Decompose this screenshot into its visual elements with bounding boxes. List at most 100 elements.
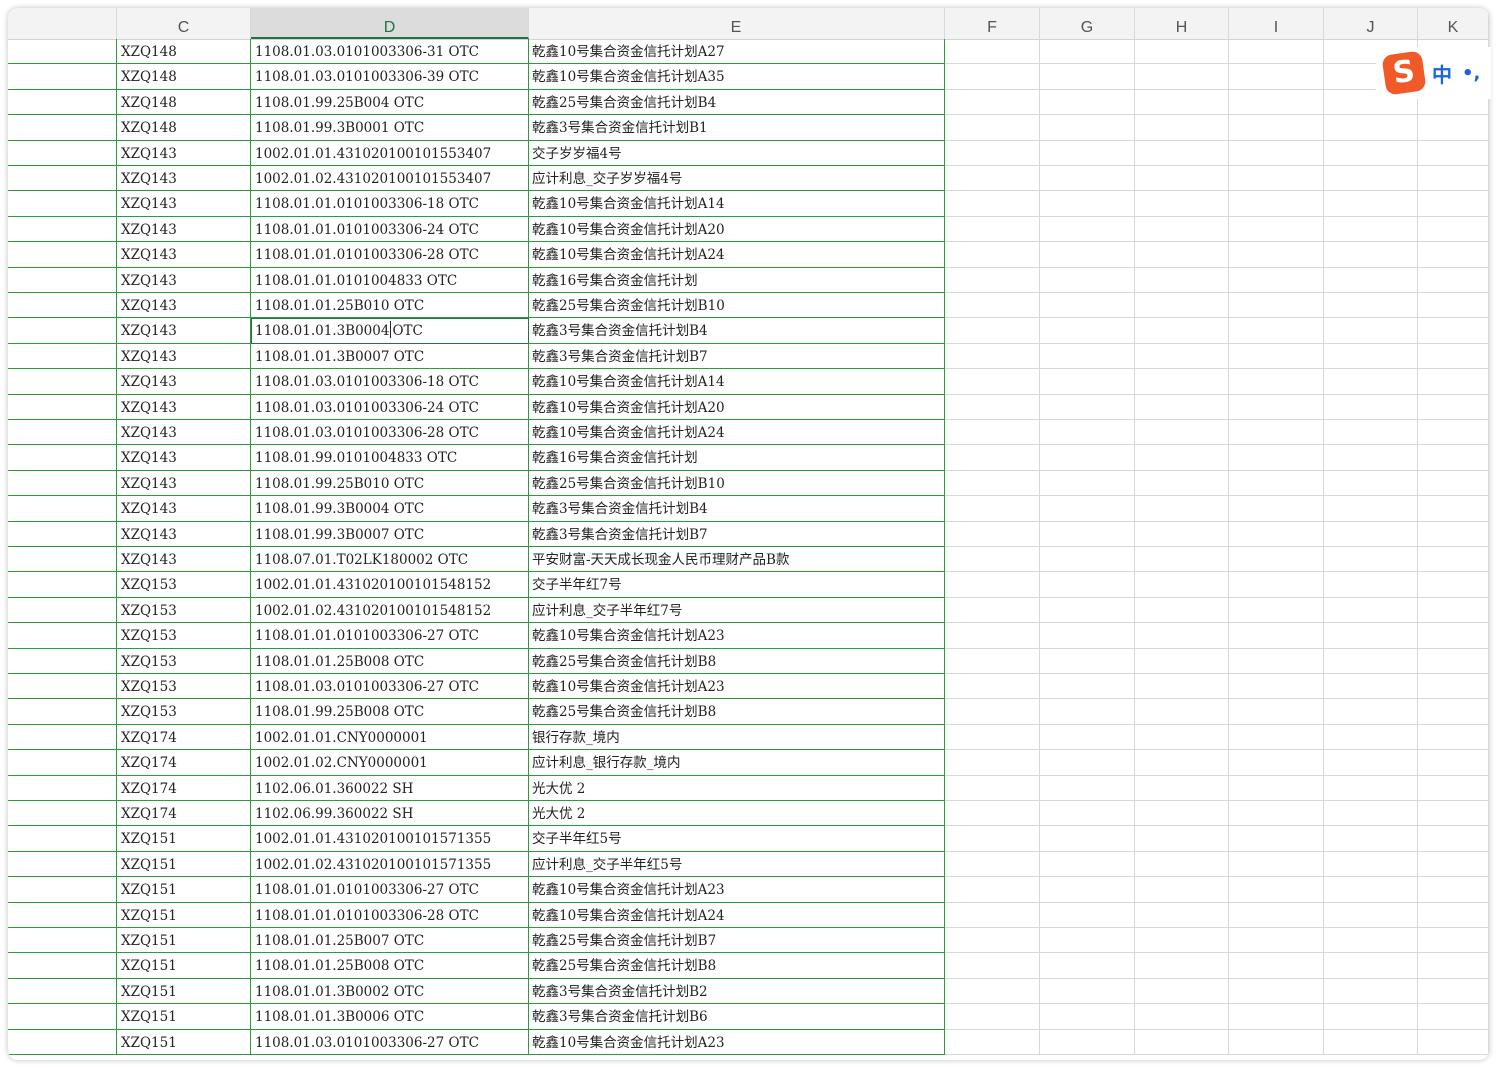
- cell-empty[interactable]: [945, 1029, 1040, 1055]
- cell-empty[interactable]: [1418, 877, 1489, 903]
- cell-c[interactable]: XZQ153: [117, 699, 251, 725]
- cell-empty[interactable]: [1324, 166, 1418, 192]
- ime-punctuation-toggle[interactable]: •,: [1462, 63, 1480, 84]
- cell-empty[interactable]: [8, 826, 117, 852]
- cell-empty[interactable]: [1324, 1029, 1418, 1055]
- cell-e[interactable]: 光大优 2: [528, 775, 945, 801]
- cell-empty[interactable]: [945, 445, 1040, 471]
- cell-empty[interactable]: [1040, 928, 1135, 954]
- cell-empty[interactable]: [1040, 1004, 1135, 1030]
- cell-empty[interactable]: [1040, 140, 1135, 166]
- cell-empty[interactable]: [1040, 445, 1135, 471]
- cell-d[interactable]: 1108.01.01.25B008 OTC: [251, 953, 529, 979]
- cell-empty[interactable]: [945, 597, 1040, 624]
- cell-empty[interactable]: [1418, 318, 1489, 344]
- cell-empty[interactable]: [1040, 267, 1135, 293]
- cell-empty[interactable]: [945, 826, 1040, 852]
- cell-empty[interactable]: [8, 801, 117, 827]
- cell-c[interactable]: XZQ151: [117, 1029, 251, 1055]
- cell-empty[interactable]: [945, 521, 1040, 547]
- cell-e[interactable]: 乾鑫25号集合资金信托计划B10: [528, 293, 945, 319]
- cell-c[interactable]: XZQ151: [117, 928, 251, 954]
- cell-e[interactable]: 乾鑫10号集合资金信托计划A20: [528, 394, 945, 420]
- cell-empty[interactable]: [945, 89, 1040, 116]
- cell-empty[interactable]: [1040, 293, 1135, 319]
- cell-empty[interactable]: [1135, 1029, 1229, 1055]
- cell-empty[interactable]: [1229, 496, 1324, 522]
- cell-empty[interactable]: [1229, 242, 1324, 268]
- cell-d[interactable]: 1108.01.99.25B004 OTC: [251, 89, 529, 116]
- cell-empty[interactable]: [8, 470, 117, 497]
- cell-c[interactable]: XZQ148: [117, 89, 251, 116]
- cell-empty[interactable]: [8, 877, 117, 903]
- cell-empty[interactable]: [1229, 775, 1324, 801]
- cell-empty[interactable]: [1135, 674, 1229, 700]
- cell-empty[interactable]: [1229, 39, 1324, 65]
- cell-empty[interactable]: [1418, 242, 1489, 268]
- cell-empty[interactable]: [1324, 775, 1418, 801]
- cell-c[interactable]: XZQ143: [117, 394, 251, 420]
- cell-d[interactable]: 1002.01.02.431020100101571355: [251, 851, 529, 878]
- cell-empty[interactable]: [1040, 369, 1135, 395]
- cell-c[interactable]: XZQ143: [117, 191, 251, 217]
- cell-empty[interactable]: [945, 674, 1040, 700]
- cell-empty[interactable]: [1040, 902, 1135, 928]
- cell-empty[interactable]: [1418, 140, 1489, 166]
- cell-empty[interactable]: [945, 572, 1040, 598]
- cell-empty[interactable]: [1229, 420, 1324, 446]
- cell-empty[interactable]: [8, 445, 117, 471]
- cell-d[interactable]: 1108.01.03.0101003306-24 OTC: [251, 394, 529, 420]
- cell-empty[interactable]: [1418, 699, 1489, 725]
- cell-d[interactable]: 1108.01.03.0101003306-27 OTC: [251, 1029, 529, 1055]
- cell-e[interactable]: 交子半年红5号: [528, 826, 945, 852]
- cell-empty[interactable]: [1229, 394, 1324, 420]
- cell-empty[interactable]: [1418, 1029, 1489, 1055]
- cell-empty[interactable]: [1418, 724, 1489, 751]
- cell-empty[interactable]: [1040, 750, 1135, 776]
- cell-empty[interactable]: [945, 420, 1040, 446]
- column-header-i[interactable]: I: [1229, 8, 1324, 39]
- cell-empty[interactable]: [8, 89, 117, 116]
- cell-c[interactable]: XZQ143: [117, 470, 251, 497]
- cell-d[interactable]: 1108.01.01.0101003306-18 OTC: [251, 191, 529, 217]
- cell-e[interactable]: 应计利息_交子半年红5号: [528, 851, 945, 878]
- cell-empty[interactable]: [8, 216, 117, 243]
- cell-empty[interactable]: [1135, 318, 1229, 344]
- cell-empty[interactable]: [1324, 394, 1418, 420]
- cell-c[interactable]: XZQ143: [117, 293, 251, 319]
- cell-c[interactable]: XZQ143: [117, 420, 251, 446]
- cell-d[interactable]: 1002.01.01.431020100101548152: [251, 572, 529, 598]
- cell-empty[interactable]: [1418, 572, 1489, 598]
- cell-empty[interactable]: [1040, 115, 1135, 141]
- cell-e[interactable]: 交子岁岁福4号: [528, 140, 945, 166]
- cell-empty[interactable]: [8, 724, 117, 751]
- cell-empty[interactable]: [1229, 547, 1324, 573]
- cell-e[interactable]: 光大优 2: [528, 801, 945, 827]
- cell-empty[interactable]: [1229, 851, 1324, 878]
- cell-c[interactable]: XZQ143: [117, 318, 251, 344]
- ime-mode-toggle[interactable]: 中: [1432, 59, 1452, 88]
- cell-d[interactable]: 1002.01.02.431020100101548152: [251, 597, 529, 624]
- cell-empty[interactable]: [1418, 394, 1489, 420]
- cell-c[interactable]: XZQ153: [117, 674, 251, 700]
- cell-d[interactable]: 1002.01.01.431020100101571355: [251, 826, 529, 852]
- cell-empty[interactable]: [945, 801, 1040, 827]
- ime-toolbar[interactable]: S 中 •,: [1376, 47, 1491, 99]
- cell-empty[interactable]: [1040, 597, 1135, 624]
- cell-empty[interactable]: [945, 724, 1040, 751]
- cell-empty[interactable]: [1135, 470, 1229, 497]
- cell-empty[interactable]: [1229, 953, 1324, 979]
- cell-d[interactable]: 1108.01.03.0101003306-18 OTC: [251, 369, 529, 395]
- cell-empty[interactable]: [1135, 623, 1229, 649]
- cell-d[interactable]: 1108.01.01.0101003306-24 OTC: [251, 216, 529, 243]
- cell-e[interactable]: 乾鑫10号集合资金信托计划A14: [528, 369, 945, 395]
- cell-d[interactable]: 1002.01.02.CNY0000001: [251, 750, 529, 776]
- cell-e[interactable]: 乾鑫16号集合资金信托计划: [528, 267, 945, 293]
- cell-empty[interactable]: [1229, 369, 1324, 395]
- cell-e[interactable]: 乾鑫3号集合资金信托计划B4: [528, 496, 945, 522]
- cell-empty[interactable]: [8, 343, 117, 370]
- cell-empty[interactable]: [1324, 140, 1418, 166]
- cell-empty[interactable]: [1324, 750, 1418, 776]
- column-header-j[interactable]: J: [1324, 8, 1418, 39]
- cell-empty[interactable]: [1229, 115, 1324, 141]
